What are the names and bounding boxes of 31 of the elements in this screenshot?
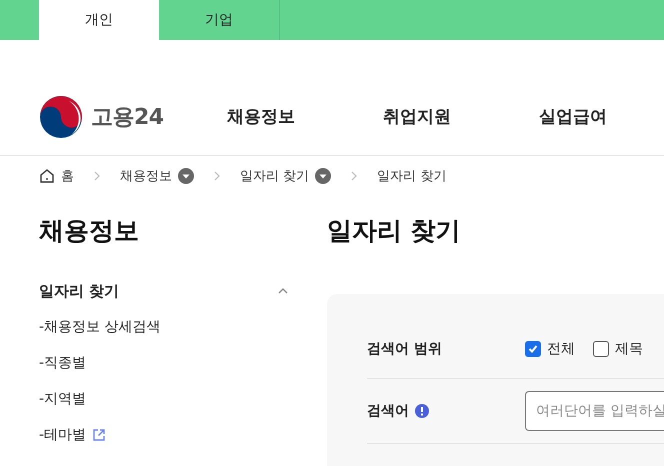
checkmark-icon [528, 344, 538, 354]
tab[interactable]: 기업 [159, 0, 280, 40]
logo-icon [39, 94, 83, 138]
page-title: 일자리 찾기 [327, 215, 462, 247]
home-icon[interactable] [39, 168, 55, 184]
nav-link[interactable]: 실업급여 [539, 105, 664, 128]
breadcrumb-link[interactable]: 홈 [61, 167, 74, 185]
checkbox-label: 전체 [547, 340, 575, 358]
chevron-right-icon [214, 171, 220, 181]
dropdown-icon[interactable] [178, 168, 194, 184]
sidebar-item[interactable]: -직종별 [39, 354, 86, 372]
checkbox[interactable] [525, 341, 541, 357]
sidebar-section[interactable]: 일자리 찾기 [39, 275, 289, 307]
chevron-right-icon [94, 171, 100, 181]
sidebar-item[interactable]: -지역별 [39, 390, 86, 408]
checkbox-label: 제목 [615, 340, 643, 358]
sidebar-item[interactable]: -테마별 [39, 426, 86, 444]
sidebar-item[interactable]: -채용정보 상세검색 [39, 318, 161, 336]
breadcrumb-link[interactable]: 일자리 찾기 [377, 167, 446, 185]
field-label: 검색어 [367, 402, 409, 420]
field-label: 검색어 범위 [367, 340, 442, 358]
dropdown-icon[interactable] [315, 168, 332, 184]
sidebar-title: 채용정보 [39, 215, 140, 247]
tab[interactable]: 개인 [39, 0, 159, 40]
breadcrumb-link[interactable]: 채용정보 [120, 167, 172, 185]
nav-link[interactable]: 채용정보 [227, 105, 383, 128]
breadcrumb-link[interactable]: 일자리 찾기 [240, 167, 310, 185]
checkbox[interactable] [593, 341, 609, 357]
nav-link[interactable]: 취업지원 [383, 105, 539, 128]
logo-text[interactable]: 고용24 [91, 102, 164, 132]
chevron-right-icon [351, 171, 358, 181]
